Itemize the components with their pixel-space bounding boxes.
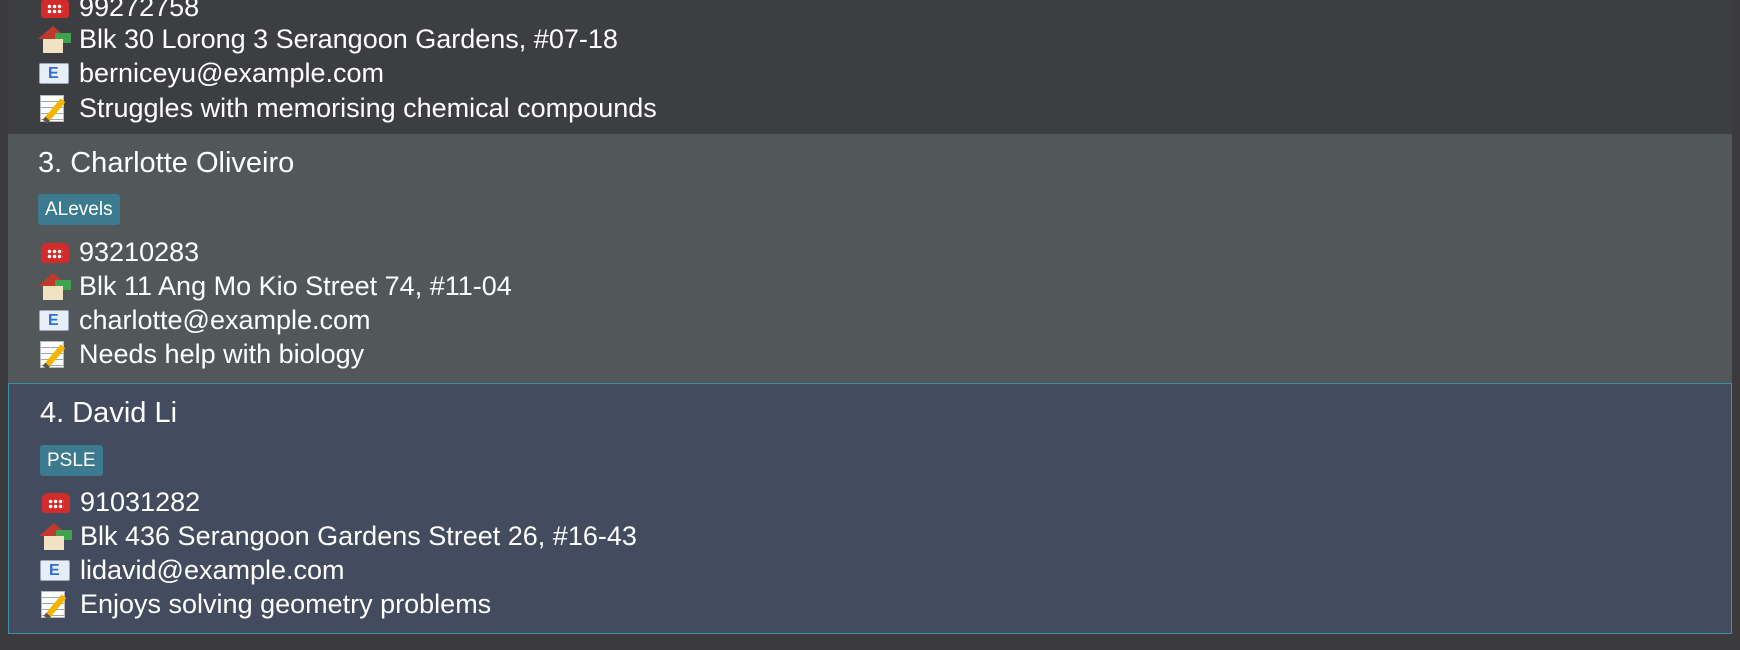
address-value: Blk 30 Lorong 3 Serangoon Gardens, #07-1… <box>79 23 618 54</box>
address-field: Blk 436 Serangoon Gardens Street 26, #16… <box>39 519 637 553</box>
phone-icon <box>39 487 73 517</box>
person-card[interactable]: 3. Charlotte Oliveiro ALevels 93210283 B… <box>8 134 1732 383</box>
person-name: 4. David Li <box>40 397 178 429</box>
phone-value: 93210283 <box>79 236 200 267</box>
note-field: Enjoys solving geometry problems <box>39 587 491 621</box>
phone-value: 99272758 <box>79 0 200 22</box>
email-icon <box>38 58 72 88</box>
note-value: Needs help with biology <box>79 338 365 369</box>
email-value: berniceyu@example.com <box>79 57 385 88</box>
email-field: lidavid@example.com <box>39 553 345 587</box>
house-icon <box>38 271 72 301</box>
note-value: Enjoys solving geometry problems <box>80 588 492 619</box>
address-field: Blk 30 Lorong 3 Serangoon Gardens, #07-1… <box>38 22 618 56</box>
email-value: lidavid@example.com <box>80 554 345 585</box>
tag-badge: PSLE <box>40 445 103 476</box>
email-icon <box>38 305 72 335</box>
email-icon <box>39 555 73 585</box>
phone-icon <box>38 237 72 267</box>
phone-icon <box>38 0 72 22</box>
address-field: Blk 11 Ang Mo Kio Street 74, #11-04 <box>38 269 512 303</box>
person-card[interactable]: 99272758 Blk 30 Lorong 3 Serangoon Garde… <box>8 0 1732 134</box>
memo-icon <box>38 339 72 369</box>
address-value: Blk 436 Serangoon Gardens Street 26, #16… <box>80 520 637 551</box>
phone-field: 91031282 <box>39 485 200 519</box>
memo-icon <box>39 589 73 619</box>
note-field: Needs help with biology <box>38 337 364 371</box>
phone-field: 93210283 <box>38 235 199 269</box>
email-value: charlotte@example.com <box>79 304 371 335</box>
house-icon <box>39 521 73 551</box>
person-name: 3. Charlotte Oliveiro <box>38 147 295 179</box>
tag-badge: ALevels <box>38 194 120 225</box>
house-icon <box>38 24 72 54</box>
person-list-panel[interactable]: 99272758 Blk 30 Lorong 3 Serangoon Garde… <box>0 0 1740 650</box>
memo-icon <box>38 93 72 123</box>
phone-value: 91031282 <box>80 486 201 517</box>
email-field: charlotte@example.com <box>38 303 371 337</box>
note-field: Struggles with memorising chemical compo… <box>38 91 657 125</box>
phone-field: 99272758 <box>38 0 199 24</box>
note-value: Struggles with memorising chemical compo… <box>79 92 657 123</box>
email-field: berniceyu@example.com <box>38 56 384 90</box>
address-value: Blk 11 Ang Mo Kio Street 74, #11-04 <box>79 270 512 301</box>
person-card-selected[interactable]: 4. David Li PSLE 91031282 Blk 436 Serang… <box>8 383 1732 634</box>
